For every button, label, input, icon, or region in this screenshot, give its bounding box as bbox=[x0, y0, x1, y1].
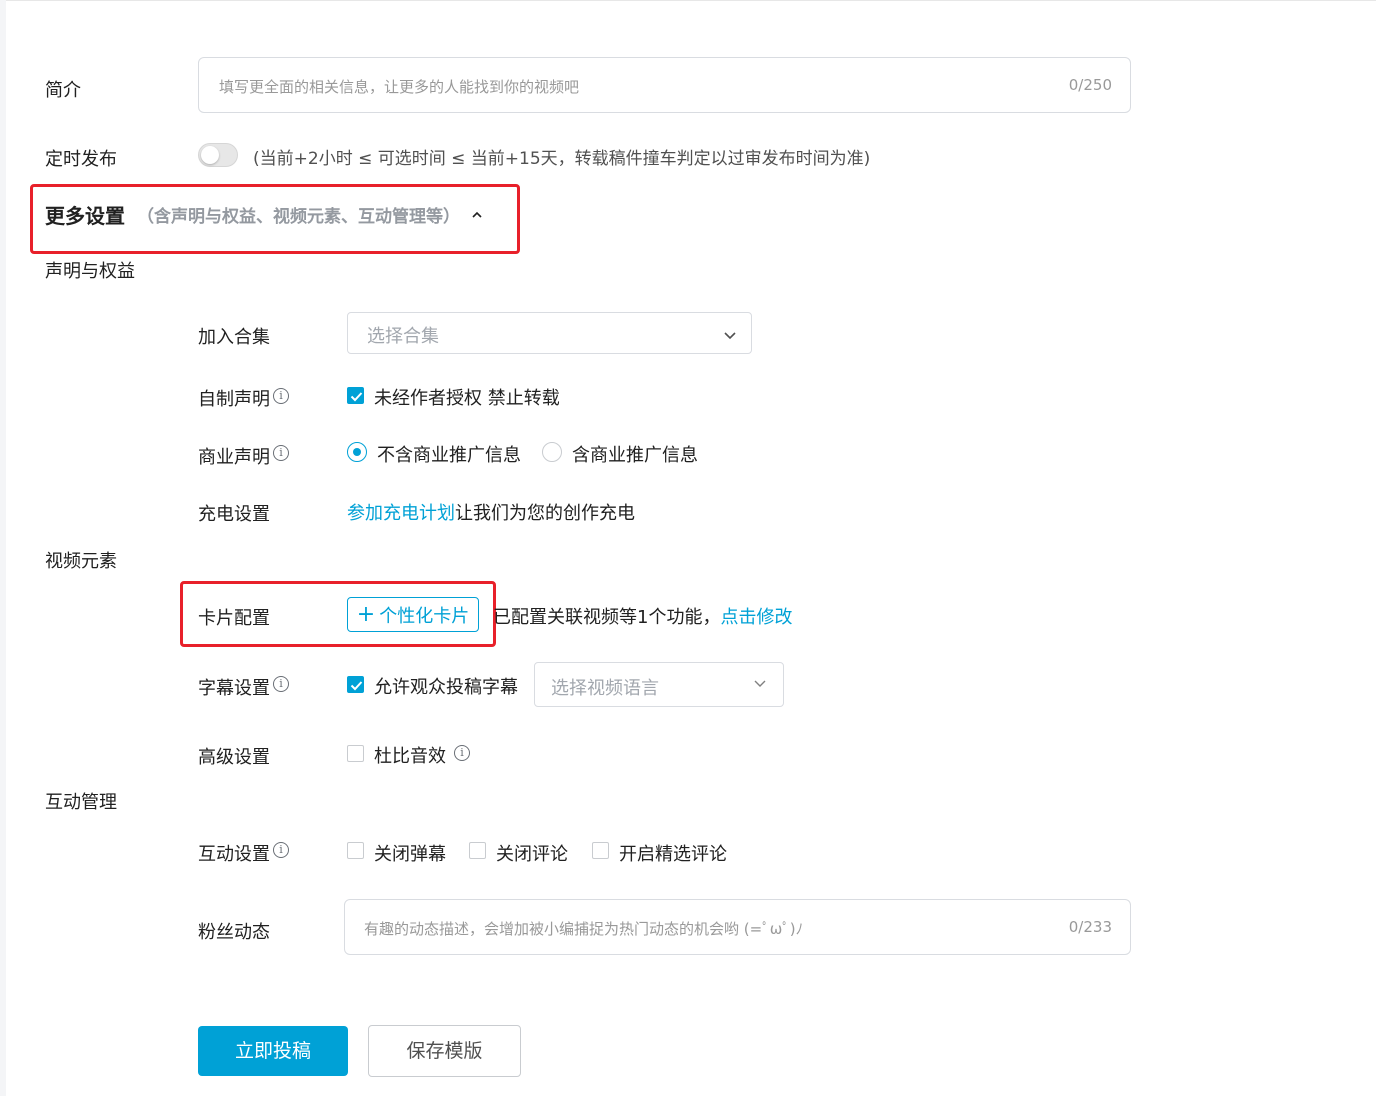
subtitle-language-select[interactable]: 选择视频语言 bbox=[534, 662, 784, 707]
schedule-hint: (当前+2小时 ≤ 可选时间 ≤ 当前+15天，转载稿件撞车判定以过审发布时间为… bbox=[253, 149, 871, 169]
toggle-knob bbox=[201, 146, 219, 164]
intro-counter: 0/250 bbox=[1068, 76, 1112, 94]
advanced-label: 高级设置 bbox=[198, 747, 270, 768]
close-danmaku-checkbox[interactable] bbox=[347, 842, 364, 859]
featured-comments-option[interactable]: 开启精选评论 bbox=[619, 840, 727, 866]
intro-input[interactable]: 填写更全面的相关信息，让更多的人能找到你的视频吧 0/250 bbox=[198, 57, 1131, 113]
info-icon[interactable]: i bbox=[273, 388, 289, 404]
self-made-checkbox[interactable] bbox=[347, 387, 364, 404]
card-status: 已配置关联视频等1个功能， bbox=[493, 607, 721, 628]
more-settings-title: 更多设置 bbox=[45, 203, 125, 228]
charge-text: 让我们为您的创作充电 bbox=[455, 503, 635, 524]
self-made-option[interactable]: 未经作者授权 禁止转载 bbox=[374, 384, 560, 410]
fans-dynamic-input[interactable]: 有趣的动态描述，会增加被小编捕捉为热门动态的机会哟 (=ﾟωﾟ)ﾉ 0/233 bbox=[344, 899, 1131, 955]
section-rights: 声明与权益 bbox=[45, 261, 135, 282]
commercial-radio-has[interactable] bbox=[542, 442, 562, 462]
radio-dot bbox=[352, 447, 361, 456]
subtitle-checkbox[interactable] bbox=[347, 676, 364, 693]
card-edit-link[interactable]: 点击修改 bbox=[720, 607, 792, 628]
left-border bbox=[0, 0, 6, 1096]
collection-label: 加入合集 bbox=[198, 327, 270, 348]
chevron-up-icon bbox=[470, 207, 484, 221]
submit-button[interactable]: 立即投稿 bbox=[198, 1026, 348, 1076]
section-elements: 视频元素 bbox=[45, 551, 117, 572]
dolby-checkbox[interactable] bbox=[347, 745, 364, 762]
intro-placeholder: 填写更全面的相关信息，让更多的人能找到你的视频吧 bbox=[219, 78, 580, 96]
check-icon bbox=[350, 681, 363, 691]
schedule-label: 定时发布 bbox=[45, 149, 117, 170]
card-label: 卡片配置 bbox=[198, 608, 270, 629]
commercial-option-none[interactable]: 不含商业推广信息 bbox=[377, 441, 521, 467]
commercial-label: 商业声明 bbox=[198, 447, 270, 468]
charge-row: 参加充电计划让我们为您的创作充电 bbox=[347, 499, 635, 525]
save-template-button[interactable]: 保存模版 bbox=[368, 1025, 521, 1077]
charge-plan-link[interactable]: 参加充电计划 bbox=[347, 503, 455, 524]
dolby-option[interactable]: 杜比音效 bbox=[374, 742, 446, 768]
chevron-down-icon bbox=[723, 327, 737, 341]
plus-icon: + bbox=[356, 601, 376, 627]
more-settings-toggle[interactable]: 更多设置 （含声明与权益、视频元素、互动管理等） bbox=[45, 200, 484, 228]
top-border bbox=[6, 0, 1376, 1]
commercial-option-has[interactable]: 含商业推广信息 bbox=[572, 441, 698, 467]
info-icon[interactable]: i bbox=[273, 842, 289, 858]
subtitle-option[interactable]: 允许观众投稿字幕 bbox=[374, 673, 518, 699]
interaction-settings-label: 互动设置 bbox=[198, 844, 270, 865]
check-icon bbox=[350, 392, 363, 402]
commercial-radio-none[interactable] bbox=[347, 442, 367, 462]
fans-dynamic-counter: 0/233 bbox=[1068, 918, 1112, 936]
charge-label: 充电设置 bbox=[198, 504, 270, 525]
card-button-label: 个性化卡片 bbox=[379, 605, 470, 627]
section-interaction: 互动管理 bbox=[45, 792, 117, 813]
close-danmaku-option[interactable]: 关闭弹幕 bbox=[374, 840, 446, 866]
schedule-toggle[interactable] bbox=[198, 143, 238, 167]
collection-placeholder: 选择合集 bbox=[367, 326, 439, 347]
close-comments-option[interactable]: 关闭评论 bbox=[496, 840, 568, 866]
chevron-down-icon bbox=[753, 675, 767, 689]
intro-label: 简介 bbox=[45, 80, 81, 101]
info-icon[interactable]: i bbox=[454, 745, 470, 761]
collection-select[interactable]: 选择合集 bbox=[347, 312, 752, 354]
close-comments-checkbox[interactable] bbox=[469, 842, 486, 859]
more-settings-subtitle: （含声明与权益、视频元素、互动管理等） bbox=[137, 206, 460, 227]
fans-dynamic-label: 粉丝动态 bbox=[198, 922, 270, 943]
fans-dynamic-placeholder: 有趣的动态描述，会增加被小编捕捉为热门动态的机会哟 (=ﾟωﾟ)ﾉ bbox=[364, 920, 804, 938]
self-made-label: 自制声明 bbox=[198, 389, 270, 410]
info-icon[interactable]: i bbox=[273, 445, 289, 461]
subtitle-label: 字幕设置 bbox=[198, 678, 270, 699]
card-status-row: 已配置关联视频等1个功能，点击修改 bbox=[493, 603, 792, 629]
personalized-card-button[interactable]: + 个性化卡片 bbox=[347, 597, 479, 632]
info-icon[interactable]: i bbox=[273, 676, 289, 692]
language-placeholder: 选择视频语言 bbox=[551, 678, 659, 699]
featured-comments-checkbox[interactable] bbox=[592, 842, 609, 859]
